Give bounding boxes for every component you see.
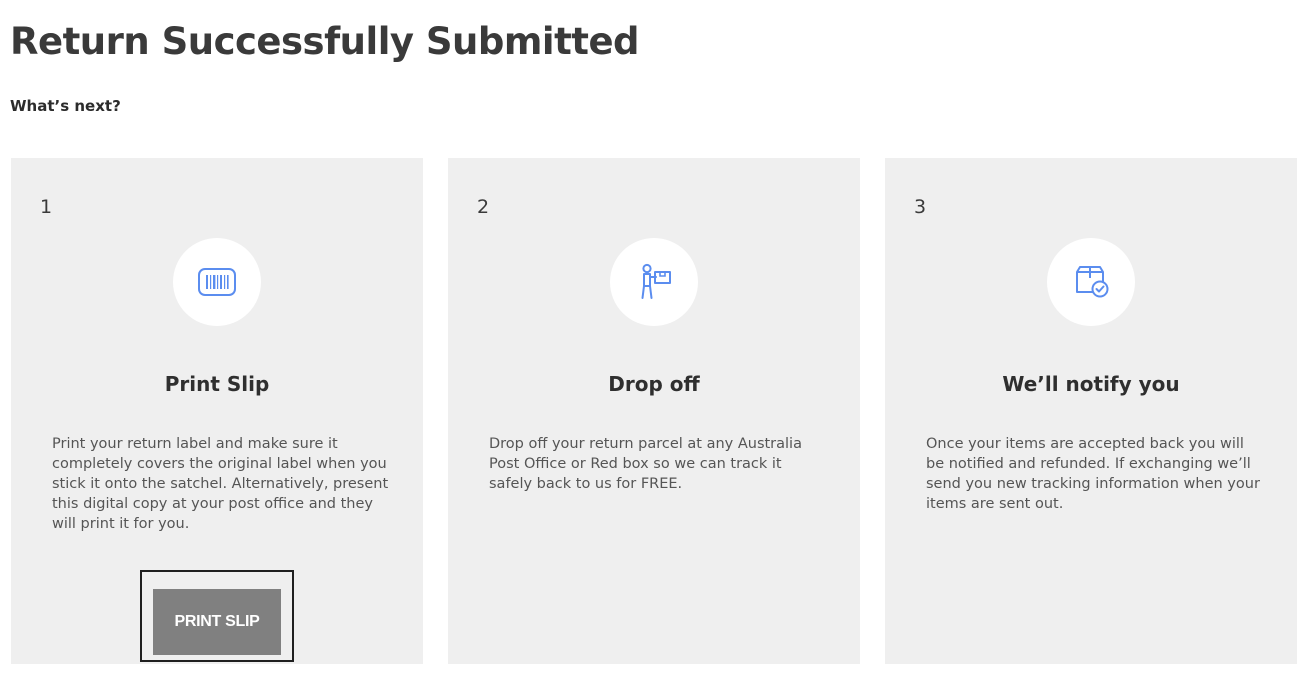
step-title: We’ll notify you [1002, 372, 1180, 396]
step-icon-circle [1047, 238, 1135, 326]
step-description: Print your return label and make sure it… [52, 436, 389, 532]
step-number: 3 [914, 196, 927, 218]
step-title: Drop off [608, 372, 700, 396]
step-icon-circle [610, 238, 698, 326]
package-check-icon [1076, 266, 1109, 298]
step-card-notify: 3 We’ll notify you Once your items are a… [885, 158, 1297, 664]
step-card-print-slip: 1 Print Slip Print your return label and… [11, 158, 423, 664]
step-description: Drop off your return parcel at any Austr… [489, 436, 802, 492]
steps-container: 1 Print Slip Print your return label and… [11, 158, 1297, 664]
step-card-drop-off: 2 Drop off Drop off your return parcel a… [448, 158, 860, 664]
page-title: Return Successfully Submitted [10, 20, 640, 63]
step-title: Print Slip [164, 372, 270, 396]
person-carrying-box-icon [641, 263, 671, 299]
step-number: 1 [40, 196, 53, 218]
step-icon-circle [173, 238, 261, 326]
step-description: Once your items are accepted back you wi… [926, 436, 1260, 512]
print-slip-button-focus-outline: PRINT SLIP [140, 570, 294, 662]
step-number: 2 [477, 196, 490, 218]
barcode-icon [198, 268, 236, 296]
page-subtitle: What’s next? [10, 97, 121, 115]
print-slip-button[interactable]: PRINT SLIP [153, 589, 281, 655]
